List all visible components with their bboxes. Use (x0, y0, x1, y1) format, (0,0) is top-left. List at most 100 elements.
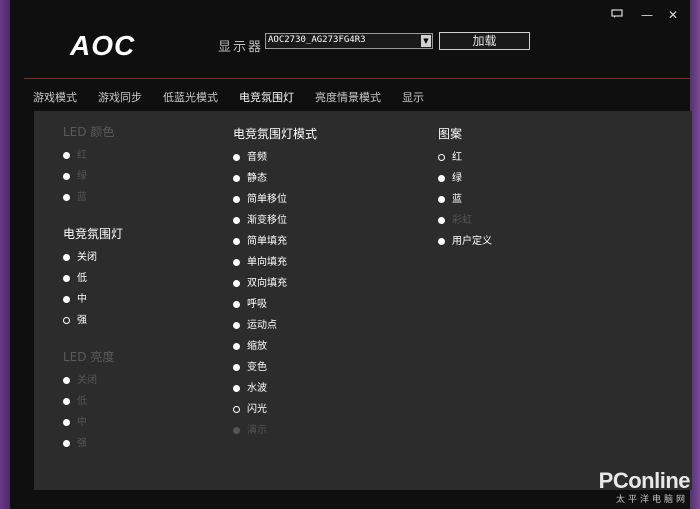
mode-flash-option[interactable]: 闪光 (233, 404, 317, 425)
option-label: 简单填充 (247, 236, 287, 247)
mode-demo-option: 演示 (233, 425, 317, 446)
led-color-group: LED 颜色 红 绿 蓝 (63, 123, 123, 213)
option-label: 关闭 (77, 252, 97, 263)
mode-one-way-fill-option[interactable]: 单向填充 (233, 257, 317, 278)
option-label: 缩放 (247, 341, 267, 352)
radio-dot-icon (233, 196, 240, 203)
radio-dot-icon (63, 194, 70, 201)
tab-low-blue-light[interactable]: 低蓝光模式 (163, 89, 218, 105)
watermark-subtitle: 太平洋电脑网 (615, 495, 688, 505)
tab-brightness-scene[interactable]: 亮度情景模式 (315, 89, 381, 105)
option-label: 红 (452, 152, 462, 163)
radio-dot-icon (438, 217, 445, 224)
led-brightness-heading: LED 亮度 (63, 350, 115, 364)
mode-breathing-option[interactable]: 呼吸 (233, 299, 317, 320)
option-label: 用户定义 (452, 236, 492, 247)
pattern-user-defined-option[interactable]: 用户定义 (438, 236, 492, 257)
option-label: 中 (77, 294, 87, 305)
mode-simple-fill-option[interactable]: 简单填充 (233, 236, 317, 257)
radio-dot-icon (63, 173, 70, 180)
option-label: 红 (77, 150, 87, 161)
led-color-blue-option: 蓝 (63, 192, 123, 213)
left-column: LED 颜色 红 绿 蓝 电竞氛围灯 关闭 低 中 强 LED 亮度 关闭 低 … (63, 123, 123, 471)
option-label: 单向填充 (247, 257, 287, 268)
load-button[interactable]: 加载 (439, 32, 530, 50)
option-label: 低 (77, 273, 87, 284)
led-brightness-low-option: 低 (63, 396, 123, 417)
led-brightness-group: LED 亮度 关闭 低 中 强 (63, 348, 123, 459)
aoc-logo: AOC (70, 30, 136, 61)
minimize-button[interactable]: — (640, 9, 654, 21)
mode-moving-dot-option[interactable]: 运动点 (233, 320, 317, 341)
radio-dot-icon (63, 419, 70, 426)
option-label: 音频 (247, 152, 267, 163)
minimize-icon[interactable] (610, 9, 624, 21)
mode-zoom-option[interactable]: 缩放 (233, 341, 317, 362)
ambient-low-option[interactable]: 低 (63, 273, 123, 294)
ambient-high-option[interactable]: 强 (63, 315, 123, 336)
mode-simple-shift-option[interactable]: 简单移位 (233, 194, 317, 215)
led-brightness-mid-option: 中 (63, 417, 123, 438)
radio-dot-icon (63, 275, 70, 282)
tab-game-mode[interactable]: 游戏模式 (33, 89, 77, 105)
radio-dot-icon (233, 343, 240, 350)
mode-ripple-option[interactable]: 水波 (233, 383, 317, 404)
pattern-blue-option[interactable]: 蓝 (438, 194, 492, 215)
pattern-red-option[interactable]: 红 (438, 152, 492, 173)
tab-game-sync[interactable]: 游戏同步 (98, 89, 142, 105)
watermark-logo: PConline (598, 468, 691, 493)
radio-dot-icon (233, 301, 240, 308)
option-label: 中 (77, 417, 87, 428)
radio-dot-icon (63, 377, 70, 384)
option-label: 简单移位 (247, 194, 287, 205)
header-divider (24, 78, 690, 79)
tab-display[interactable]: 显示 (402, 89, 424, 105)
ambient-mid-option[interactable]: 中 (63, 294, 123, 315)
option-label: 水波 (247, 383, 267, 394)
option-label: 强 (77, 438, 87, 449)
tab-ambient-light[interactable]: 电竞氛围灯 (239, 89, 294, 105)
option-label: 彩虹 (452, 215, 472, 226)
pattern-column: 图案 红 绿 蓝 彩虹 用户定义 (438, 125, 492, 257)
monitor-dropdown[interactable]: AOC2730_AG273FG4R3 ▼ (265, 33, 433, 49)
radio-dot-icon (63, 152, 70, 159)
radio-dot-icon (63, 296, 70, 303)
ambient-mode-heading: 电竞氛围灯模式 (233, 127, 318, 141)
pattern-green-option[interactable]: 绿 (438, 173, 492, 194)
option-label: 低 (77, 396, 87, 407)
led-color-green-option: 绿 (63, 171, 123, 192)
ambient-off-option[interactable]: 关闭 (63, 252, 123, 273)
close-button[interactable]: ✕ (666, 9, 680, 21)
radio-dot-icon (233, 175, 240, 182)
radio-dot-icon (63, 254, 70, 261)
pattern-rainbow-option: 彩虹 (438, 215, 492, 236)
radio-selected-icon (63, 317, 70, 324)
radio-dot-icon (233, 238, 240, 245)
mode-audio-option[interactable]: 音频 (233, 152, 317, 173)
chevron-down-icon[interactable]: ▼ (421, 35, 431, 47)
mode-color-change-option[interactable]: 变色 (233, 362, 317, 383)
option-label: 渐变移位 (247, 215, 287, 226)
settings-panel: LED 颜色 红 绿 蓝 电竞氛围灯 关闭 低 中 强 LED 亮度 关闭 低 … (34, 111, 692, 490)
mode-static-option[interactable]: 静态 (233, 173, 317, 194)
radio-dot-icon (233, 154, 240, 161)
option-label: 运动点 (247, 320, 277, 331)
option-label: 强 (77, 315, 87, 326)
radio-dot-icon (438, 175, 445, 182)
radio-selected-icon (438, 154, 445, 161)
radio-dot-icon (233, 217, 240, 224)
radio-dot-icon (438, 196, 445, 203)
mode-two-way-fill-option[interactable]: 双向填充 (233, 278, 317, 299)
radio-dot-icon (233, 385, 240, 392)
radio-dot-icon (233, 259, 240, 266)
radio-selected-icon (233, 406, 240, 413)
tab-bar: 游戏模式 游戏同步 低蓝光模式 电竞氛围灯 亮度情景模式 显示 (33, 89, 445, 105)
led-brightness-off-option: 关闭 (63, 375, 123, 396)
option-label: 蓝 (77, 192, 87, 203)
radio-dot-icon (63, 440, 70, 447)
mode-column: 电竞氛围灯模式 音频 静态 简单移位 渐变移位 简单填充 单向填充 双向填充 呼… (233, 125, 317, 446)
mode-gradient-shift-option[interactable]: 渐变移位 (233, 215, 317, 236)
option-label: 闪光 (247, 404, 267, 415)
radio-dot-icon (233, 280, 240, 287)
led-color-red-option: 红 (63, 150, 123, 171)
